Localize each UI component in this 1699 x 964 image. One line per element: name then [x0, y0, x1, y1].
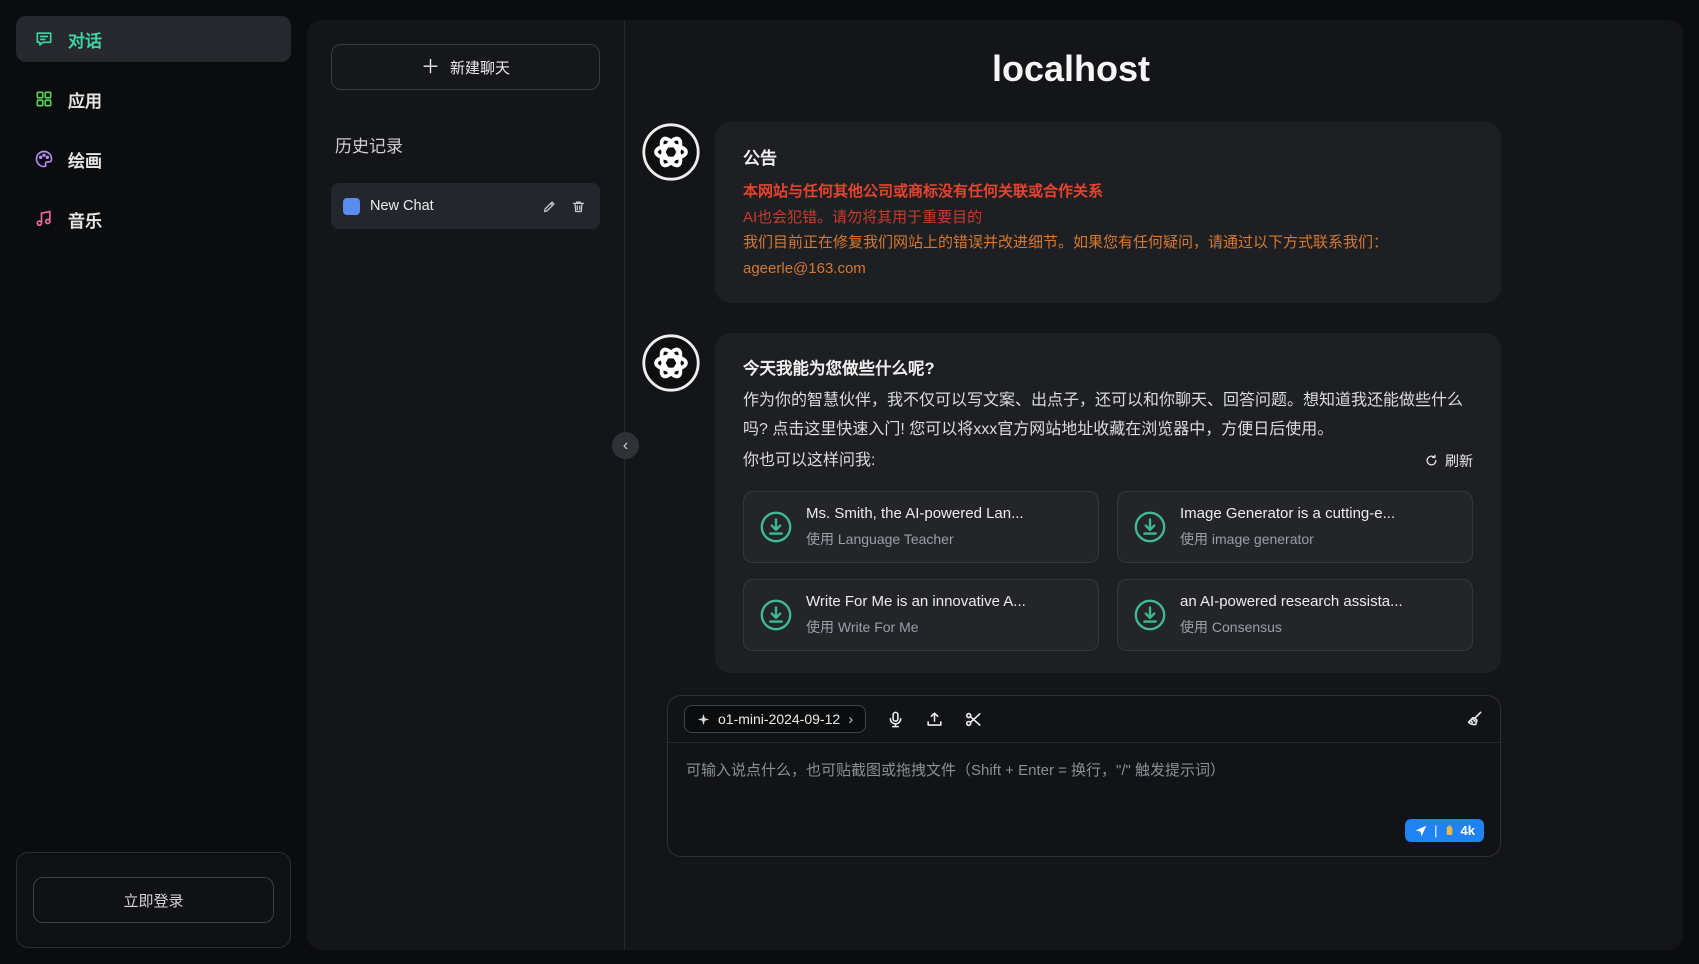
login-button[interactable]: 立即登录 — [33, 877, 274, 923]
announcement-line-2: AI也会犯错。请勿将其用于重要目的 — [743, 205, 1473, 231]
battery-icon — [1444, 824, 1455, 837]
chat-item-title: New Chat — [370, 198, 530, 214]
composer-toolbar: o1-mini-2024-09-12 › — [668, 696, 1500, 743]
sidebar-item-drawing[interactable]: 绘画 — [16, 136, 291, 182]
new-chat-button[interactable]: ＋ 新建聊天 — [331, 44, 600, 90]
new-chat-label: 新建聊天 — [450, 57, 510, 78]
suggestion-texts: Ms. Smith, the AI-powered Lan... 使用 Lang… — [806, 505, 1024, 549]
suggestion-title: an AI-powered research assista... — [1180, 593, 1403, 610]
import-circle-icon — [1133, 510, 1167, 544]
delete-chat-button[interactable] — [569, 197, 588, 216]
import-circle-icon — [759, 510, 793, 544]
chat-list-column: ＋ 新建聊天 历史记录 New Chat — [307, 20, 625, 950]
sidebar-item-label: 绘画 — [68, 147, 102, 172]
history-title: 历史记录 — [335, 132, 600, 157]
voice-input-button[interactable] — [886, 710, 905, 729]
assistant-avatar-openai-icon — [641, 122, 701, 187]
suggestion-grid: Ms. Smith, the AI-powered Lan... 使用 Lang… — [743, 491, 1473, 651]
model-label: o1-mini-2024-09-12 — [718, 711, 840, 727]
send-plane-icon — [1414, 824, 1428, 838]
chat-list-item[interactable]: New Chat — [331, 183, 600, 229]
refresh-suggestions-button[interactable]: 刷新 — [1424, 451, 1473, 471]
refresh-icon — [1424, 453, 1439, 468]
apps-grid-icon — [34, 89, 54, 109]
suggestion-subtitle: 使用 Write For Me — [806, 617, 1026, 637]
screenshot-button[interactable] — [964, 710, 983, 729]
composer-body: | 4k — [668, 743, 1500, 856]
trash-icon — [571, 199, 586, 214]
edit-chat-button[interactable] — [540, 197, 559, 216]
announcement-title: 公告 — [743, 144, 1473, 169]
login-panel: 立即登录 — [16, 852, 291, 948]
suggestion-title: Write For Me is an innovative A... — [806, 593, 1026, 610]
app-root: 对话 应用 绘画 — [0, 0, 1699, 964]
pencil-icon — [542, 199, 557, 214]
scissors-icon — [964, 710, 983, 729]
announcement-bubble: 公告 本网站与任何其他公司或商标没有任何关联或合作关系 AI也会犯错。请勿将其用… — [715, 122, 1501, 303]
sidebar-spacer — [16, 256, 291, 852]
suggestion-card[interactable]: an AI-powered research assista... 使用 Con… — [1117, 579, 1473, 651]
contact-email-link[interactable]: ageerle@163.com — [743, 256, 866, 282]
page-title: localhost — [641, 48, 1501, 90]
import-circle-icon — [759, 598, 793, 632]
music-note-icon — [34, 209, 54, 229]
send-button[interactable]: | 4k — [1405, 819, 1484, 842]
chevron-right-icon: › — [848, 712, 853, 727]
chat-bubble-icon — [34, 29, 54, 49]
microphone-icon — [886, 710, 905, 729]
chevron-left-icon: ‹ — [623, 437, 628, 455]
suggestion-card[interactable]: Image Generator is a cutting-e... 使用 ima… — [1117, 491, 1473, 563]
main-chat-column: localhost 公告 本网站与任何其他公司或商标没有任何关联 — [625, 20, 1683, 950]
upload-file-button[interactable] — [925, 710, 944, 729]
suggestion-texts: Write For Me is an innovative A... 使用 Wr… — [806, 593, 1026, 637]
suggestion-card[interactable]: Write For Me is an innovative A... 使用 Wr… — [743, 579, 1099, 651]
welcome-message: 今天我能为您做些什么呢? 作为你的智慧伙伴，我不仅可以写文案、出点子，还可以和你… — [641, 333, 1501, 673]
suggestion-title: Image Generator is a cutting-e... — [1180, 505, 1395, 522]
announcement-line-3: 我们目前正在修复我们网站上的错误并改进细节。如果您有任何疑问，请通过以下方式联系… — [743, 230, 1473, 256]
send-divider: | — [1434, 823, 1437, 838]
sidebar-item-music[interactable]: 音乐 — [16, 196, 291, 242]
sidebar-item-label: 应用 — [68, 87, 102, 112]
refresh-label: 刷新 — [1445, 451, 1473, 471]
broom-icon — [1464, 709, 1484, 729]
suggestion-texts: an AI-powered research assista... 使用 Con… — [1180, 593, 1403, 637]
workspace-panel: ＋ 新建聊天 历史记录 New Chat — [307, 20, 1683, 950]
ask-line: 你也可以这样问我: — [743, 447, 875, 476]
suggestion-card[interactable]: Ms. Smith, the AI-powered Lan... 使用 Lang… — [743, 491, 1099, 563]
sidebar-item-chat[interactable]: 对话 — [16, 16, 291, 62]
welcome-title: 今天我能为您做些什么呢? — [743, 355, 1473, 379]
message-input[interactable] — [668, 743, 1500, 851]
assistant-avatar-openai-icon — [641, 333, 701, 398]
announcement-line-1: 本网站与任何其他公司或商标没有任何关联或合作关系 — [743, 179, 1473, 205]
suggestion-texts: Image Generator is a cutting-e... 使用 ima… — [1180, 505, 1395, 549]
composer: o1-mini-2024-09-12 › — [667, 695, 1501, 857]
palette-icon — [34, 149, 54, 169]
sidebar-item-label: 对话 — [68, 27, 102, 52]
token-count-label: 4k — [1461, 823, 1475, 838]
suggestion-subtitle: 使用 Language Teacher — [806, 529, 1024, 549]
suggestion-title: Ms. Smith, the AI-powered Lan... — [806, 505, 1024, 522]
suggestion-subtitle: 使用 Consensus — [1180, 617, 1403, 637]
upload-icon — [925, 710, 944, 729]
import-circle-icon — [1133, 598, 1167, 632]
suggestion-subtitle: 使用 image generator — [1180, 529, 1395, 549]
sidebar-item-apps[interactable]: 应用 — [16, 76, 291, 122]
sidebar-item-label: 音乐 — [68, 207, 102, 232]
chat-item-color-square — [343, 198, 360, 215]
welcome-bubble: 今天我能为您做些什么呢? 作为你的智慧伙伴，我不仅可以写文案、出点子，还可以和你… — [715, 333, 1501, 673]
welcome-body: 作为你的智慧伙伴，我不仅可以写文案、出点子，还可以和你聊天、回答问题。想知道我还… — [743, 387, 1473, 445]
clear-context-button[interactable] — [1464, 709, 1484, 729]
model-selector[interactable]: o1-mini-2024-09-12 › — [684, 705, 866, 733]
collapse-sidebar-button[interactable]: ‹ — [612, 432, 639, 459]
sidebar: 对话 应用 绘画 — [0, 0, 307, 964]
ask-row: 你也可以这样问我: 刷新 — [743, 447, 1473, 476]
plus-icon: ＋ — [421, 58, 440, 77]
announcement-message: 公告 本网站与任何其他公司或商标没有任何关联或合作关系 AI也会犯错。请勿将其用… — [641, 122, 1501, 303]
sparkle-icon — [697, 713, 710, 726]
